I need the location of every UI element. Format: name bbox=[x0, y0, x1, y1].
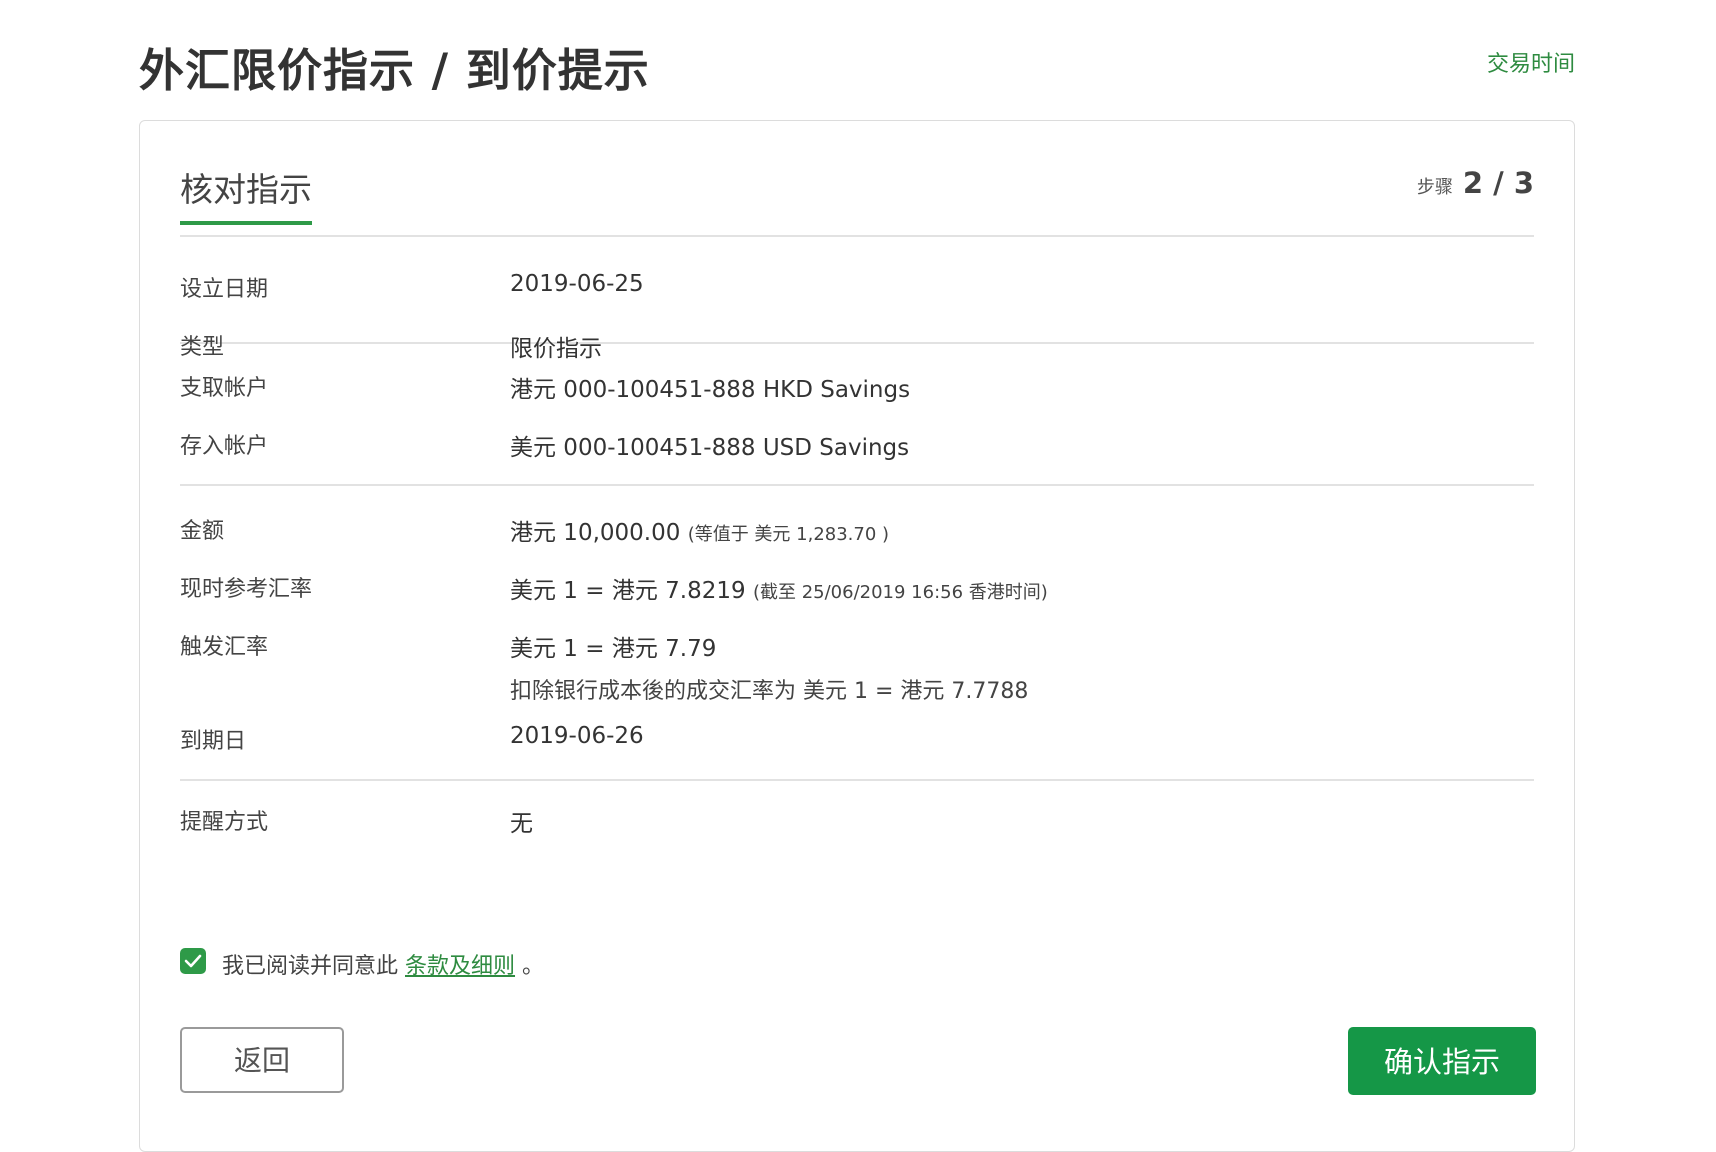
page-title: 外汇限价指示 / 到价提示 bbox=[139, 44, 650, 97]
trading-hours-link[interactable]: 交易时间 bbox=[1487, 46, 1575, 78]
amount-label: 金额 bbox=[180, 519, 225, 544]
trigger-rate-label: 触发汇率 bbox=[180, 635, 269, 660]
setup-date-label: 设立日期 bbox=[180, 277, 269, 302]
confirm-button[interactable]: 确认指示 bbox=[1348, 1027, 1536, 1095]
section-rates: 金额 港元 10,000.00 (等值于 美元 1,283.70 ) 现时参考汇… bbox=[180, 486, 1534, 781]
card-header: 核对指示 步骤 2 / 3 bbox=[180, 151, 1534, 237]
terms-link[interactable]: 条款及细则 bbox=[405, 954, 515, 979]
expiry-date-label: 到期日 bbox=[180, 729, 247, 754]
checkmark-icon bbox=[184, 954, 202, 968]
current-rate-value: 美元 1 = 港元 7.8219 bbox=[510, 578, 746, 604]
trigger-rate-value-wrap: 美元 1 = 港元 7.79 扣除银行成本後的成交汇率为 美元 1 = 港元 7.… bbox=[510, 629, 1028, 705]
agreement-text-wrap: 我已阅读并同意此 条款及细则 。 bbox=[222, 948, 544, 980]
expiry-date-value: 2019-06-26 bbox=[510, 723, 644, 749]
section-accounts: 支取帐户 港元 000-100451-888 HKD Savings 存入帐户 … bbox=[180, 344, 1534, 486]
section-reminder: 提醒方式 无 bbox=[180, 781, 1534, 861]
agreement-suffix: 。 bbox=[515, 954, 545, 979]
step-count: 2 / 3 bbox=[1462, 166, 1534, 200]
amount-value: 港元 10,000.00 bbox=[510, 520, 681, 546]
reminder-value: 无 bbox=[510, 811, 533, 837]
reminder-label: 提醒方式 bbox=[180, 810, 269, 835]
setup-date-value: 2019-06-25 bbox=[510, 271, 644, 297]
trigger-rate-value: 美元 1 = 港元 7.79 bbox=[510, 636, 717, 662]
amount-value-wrap: 港元 10,000.00 (等值于 美元 1,283.70 ) bbox=[510, 513, 889, 547]
debit-account-label: 支取帐户 bbox=[180, 376, 269, 401]
step-indicator: 步骤 2 / 3 bbox=[1417, 166, 1534, 200]
step-label: 步骤 bbox=[1416, 177, 1453, 198]
review-card: 核对指示 步骤 2 / 3 设立日期 2019-06-25 类型 限价指示 支取帐… bbox=[139, 120, 1575, 1152]
section-basic: 设立日期 2019-06-25 类型 限价指示 bbox=[180, 237, 1534, 362]
debit-account-value: 港元 000-100451-888 HKD Savings bbox=[510, 377, 911, 403]
current-rate-label: 现时参考汇率 bbox=[180, 577, 313, 602]
credit-account-label: 存入帐户 bbox=[180, 434, 269, 459]
current-rate-timestamp: (截至 25/06/2019 16:56 香港时间) bbox=[752, 582, 1048, 603]
agreement-text: 我已阅读并同意此 bbox=[222, 954, 405, 979]
page-header: 外汇限价指示 / 到价提示 交易时间 bbox=[139, 30, 1575, 100]
amount-equivalent-note: (等值于 美元 1,283.70 ) bbox=[687, 524, 890, 545]
card-title: 核对指示 bbox=[180, 163, 312, 225]
agree-checkbox[interactable] bbox=[180, 948, 206, 974]
credit-account-value: 美元 000-100451-888 USD Savings bbox=[510, 435, 910, 461]
page: 外汇限价指示 / 到价提示 交易时间 核对指示 步骤 2 / 3 设立日期 201… bbox=[0, 0, 1716, 1152]
current-rate-value-wrap: 美元 1 = 港元 7.8219 (截至 25/06/2019 16:56 香港… bbox=[510, 571, 1048, 605]
trigger-rate-net-note: 扣除银行成本後的成交汇率为 美元 1 = 港元 7.7788 bbox=[510, 679, 1029, 704]
back-button[interactable]: 返回 bbox=[180, 1027, 344, 1093]
